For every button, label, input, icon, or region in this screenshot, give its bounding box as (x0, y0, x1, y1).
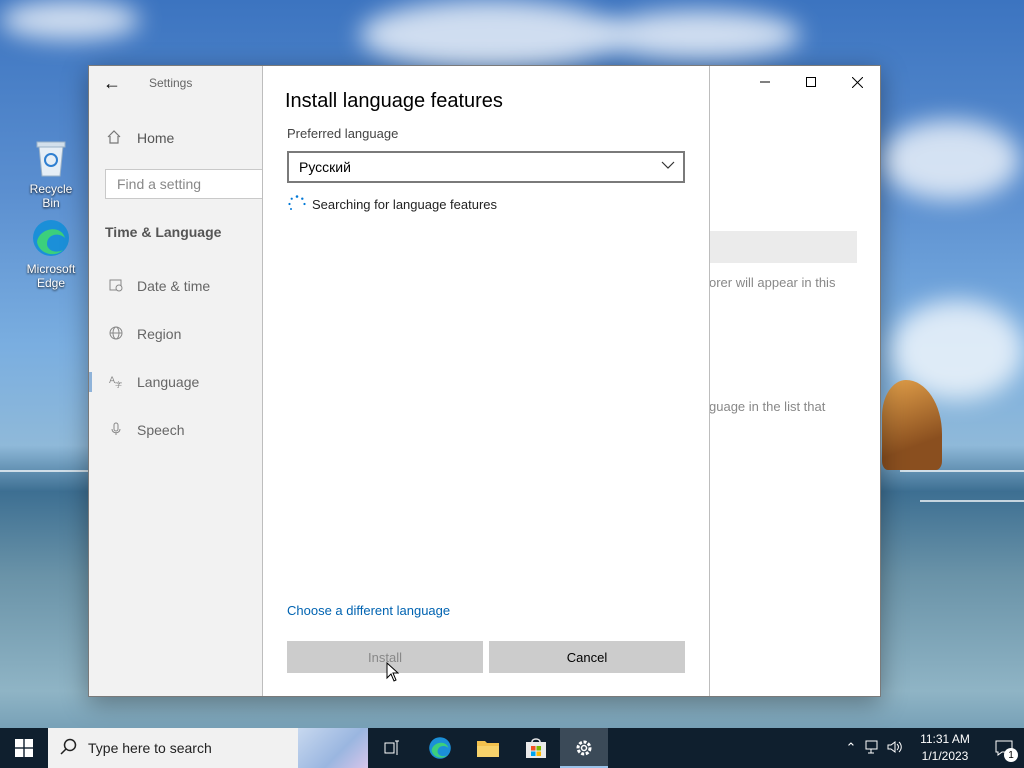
show-hidden-icons-chevron-icon[interactable]: ⌃ (840, 740, 862, 756)
sidebar-item-region[interactable]: Region (89, 310, 263, 358)
settings-window: ← Settings Home Find a setting Time & La… (88, 65, 881, 697)
taskbar: Type here to search ⌃ 11:31 AM 1/1/2023 … (0, 728, 1024, 768)
task-view-icon[interactable] (368, 728, 416, 768)
sidebar-item-language[interactable]: A字 Language (89, 358, 263, 406)
search-highlight-art (298, 728, 368, 768)
desktop-icon-edge[interactable]: Microsoft Edge (20, 218, 82, 290)
svg-text:字: 字 (115, 380, 122, 388)
minimize-icon[interactable] (742, 66, 788, 98)
find-setting-input[interactable]: Find a setting (105, 169, 265, 199)
taskbar-search-box[interactable]: Type here to search (48, 728, 368, 768)
sidebar-item-date-time[interactable]: Date & time (89, 262, 263, 310)
windows-logo-icon (15, 739, 33, 757)
install-language-dialog: Install language features Preferred lang… (262, 66, 710, 696)
start-button[interactable] (0, 728, 48, 768)
close-icon[interactable] (834, 66, 880, 98)
sidebar-item-label: Date & time (137, 278, 211, 294)
taskbar-search-placeholder: Type here to search (88, 740, 212, 756)
action-center-button[interactable]: 1 (984, 728, 1024, 768)
sidebar-item-home[interactable]: Home (89, 119, 263, 157)
choose-different-language-link[interactable]: Choose a different language (287, 603, 450, 618)
loading-spinner-icon (288, 195, 306, 210)
back-arrow-icon[interactable]: ← (89, 66, 135, 100)
home-icon (107, 129, 125, 147)
sidebar-item-label: Speech (137, 422, 185, 438)
obscured-list-item (709, 231, 857, 263)
globe-icon (107, 326, 125, 343)
clock-date: 1/1/2023 (921, 749, 969, 763)
settings-sidebar: ← Settings Home Find a setting Time & La… (89, 66, 265, 696)
mouse-cursor-icon (386, 662, 400, 682)
sidebar-item-speech[interactable]: Speech (89, 406, 263, 454)
calendar-clock-icon (107, 278, 125, 295)
network-icon[interactable] (862, 740, 884, 757)
app-title: Settings (149, 76, 193, 90)
notification-count-badge: 1 (1004, 748, 1018, 762)
selected-indicator (89, 372, 92, 392)
volume-icon[interactable] (884, 740, 906, 757)
settings-gear-icon[interactable] (560, 728, 608, 768)
chevron-down-icon (661, 158, 675, 175)
edge-icon (31, 218, 71, 258)
maximize-icon[interactable] (788, 66, 834, 98)
preferred-language-label: Preferred language (287, 126, 399, 141)
preferred-language-dropdown[interactable]: Русский (287, 151, 685, 183)
file-explorer-icon[interactable] (464, 728, 512, 768)
search-status-text: Searching for language features (312, 196, 498, 212)
sidebar-home-label: Home (137, 130, 175, 146)
clock-time: 11:31 AM (920, 732, 970, 746)
section-heading: Time & Language (105, 224, 222, 240)
store-icon[interactable] (512, 728, 560, 768)
sidebar-item-label: Language (137, 374, 200, 390)
edge-icon[interactable] (416, 728, 464, 768)
language-page-background: orer will appear in this guage in the li… (709, 66, 880, 696)
obscured-text-2: guage in the list that (709, 399, 826, 414)
sidebar-item-label: Region (137, 326, 182, 342)
search-status: Searching for language features (287, 194, 497, 214)
recycle-bin-icon (31, 138, 71, 178)
desktop-icon-recycle-bin[interactable]: Recycle Bin (20, 138, 82, 210)
dialog-title: Install language features (285, 90, 503, 112)
clock[interactable]: 11:31 AM 1/1/2023 (912, 731, 978, 765)
obscured-text-1: orer will appear in this (709, 275, 836, 290)
cancel-button[interactable]: Cancel (489, 641, 685, 673)
install-button[interactable]: Install (287, 641, 483, 673)
system-tray: ⌃ 11:31 AM 1/1/2023 1 (840, 728, 1024, 768)
selected-language-value: Русский (299, 159, 351, 175)
language-icon: A字 (107, 374, 125, 391)
microphone-icon (107, 422, 125, 439)
search-icon (60, 738, 80, 759)
